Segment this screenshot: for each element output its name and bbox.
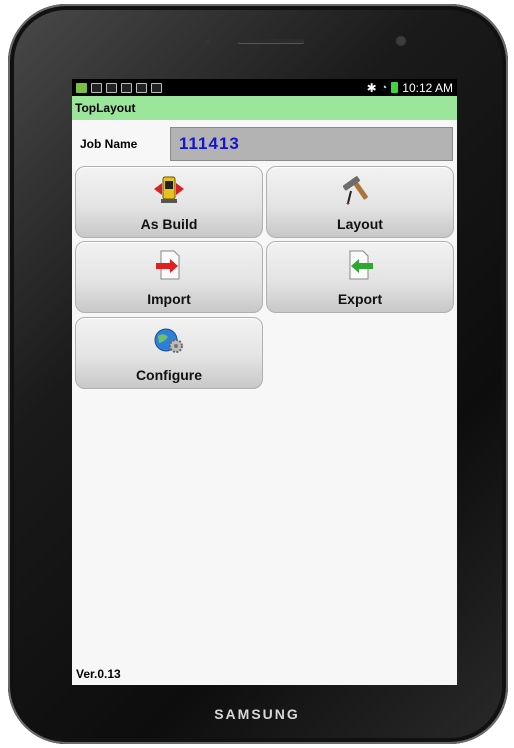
app-version: Ver.0.13 <box>76 667 121 681</box>
app-title: TopLayout <box>75 101 136 115</box>
app-title-bar: TopLayout <box>72 96 457 120</box>
import-file-icon <box>156 250 180 280</box>
status-bar: ✱ ◔ 10:12 AM <box>72 79 457 96</box>
app-notification-icon <box>76 82 87 93</box>
import-label: Import <box>147 291 191 307</box>
globe-gear-icon <box>154 328 183 353</box>
layout-label: Layout <box>337 216 383 232</box>
configure-label: Configure <box>135 367 203 383</box>
proximity-sensor <box>206 39 211 44</box>
export-button[interactable]: Export <box>266 241 454 313</box>
download-done-icon <box>121 82 132 93</box>
earpiece-speaker <box>238 39 304 43</box>
download-icon <box>151 82 162 93</box>
import-button[interactable]: Import <box>75 241 263 313</box>
export-label: Export <box>337 291 383 307</box>
device-brand: SAMSUNG <box>214 706 300 722</box>
front-camera <box>397 37 405 45</box>
wifi-icon: ◔ <box>380 81 388 94</box>
export-file-icon <box>349 250 373 280</box>
system-icons: ✱ ◔ 10:12 AM <box>367 81 453 95</box>
app-screen: ✱ ◔ 10:12 AM TopLayout Job Name 111413 A… <box>72 79 457 685</box>
job-name-label: Job Name <box>80 137 138 151</box>
as-build-label: As Build <box>140 216 198 232</box>
download-done-icon <box>136 82 147 93</box>
job-name-field[interactable]: 111413 <box>170 127 453 161</box>
download-done-icon <box>106 82 117 93</box>
bluetooth-icon: ✱ <box>366 80 377 95</box>
hammer-icon <box>343 176 368 205</box>
surveying-instrument-icon <box>154 176 184 203</box>
sync-icon <box>91 82 102 93</box>
clock: 10:12 AM <box>402 80 453 95</box>
notification-icons <box>76 82 162 93</box>
configure-button[interactable]: Configure <box>75 317 263 389</box>
battery-icon <box>391 82 399 93</box>
as-build-button[interactable]: As Build <box>75 166 263 238</box>
job-row: Job Name 111413 <box>72 120 457 166</box>
layout-button[interactable]: Layout <box>266 166 454 238</box>
